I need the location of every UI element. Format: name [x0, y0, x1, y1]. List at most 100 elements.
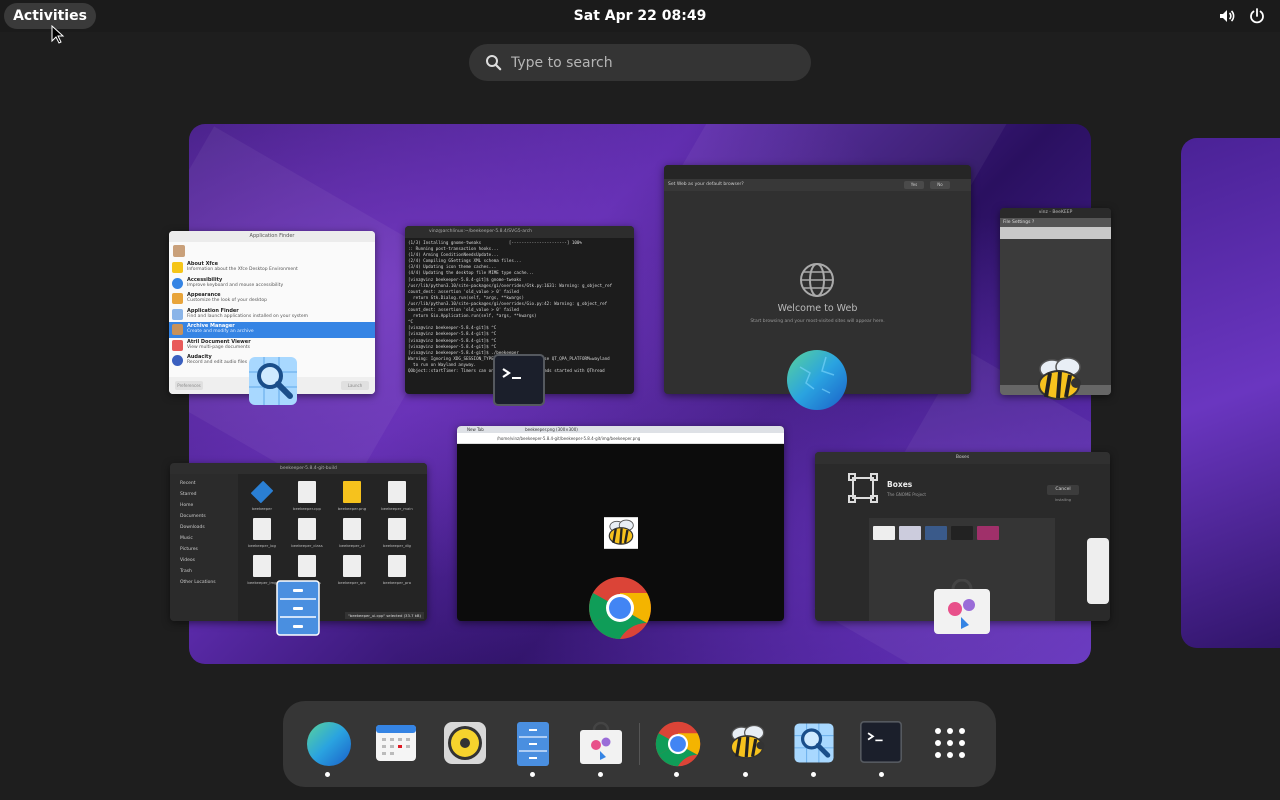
beekeeper-icon: [730, 724, 765, 759]
sidebar-item-pictures[interactable]: Pictures: [170, 544, 238, 555]
power-icon[interactable]: [1248, 7, 1266, 25]
infobar-text: Set Web as your default browser?: [668, 182, 744, 187]
app-grid-icon: [935, 728, 965, 758]
file-icon[interactable]: [343, 518, 361, 540]
file-icon[interactable]: [250, 480, 274, 504]
finder-search-row: [169, 242, 375, 260]
list-item[interactable]: Accessibility Improve keyboard and mouse …: [169, 276, 375, 292]
dash-image-viewer[interactable]: [790, 719, 838, 777]
list-item[interactable]: Appearance Customize the look of your des…: [169, 291, 375, 307]
yes-button[interactable]: Yes: [904, 181, 924, 189]
web-browser-icon: [786, 349, 848, 415]
dash-chrome[interactable]: [653, 719, 701, 777]
list-item-selected[interactable]: Archive Manager Create and modify an arch…: [169, 322, 375, 338]
window-title: vinz - BeeKEEP: [1000, 208, 1111, 218]
system-tray[interactable]: [1218, 7, 1266, 25]
file-icon[interactable]: [298, 555, 316, 577]
screenshot-thumb[interactable]: [925, 526, 947, 540]
dash-web-browser[interactable]: [304, 719, 352, 777]
search-box[interactable]: [469, 44, 811, 81]
sidebar-item-music[interactable]: Music: [170, 533, 238, 544]
sidebar-item-home[interactable]: Home: [170, 500, 238, 511]
launch-button[interactable]: Launch: [341, 381, 369, 390]
file-icon[interactable]: [253, 518, 271, 540]
activities-button[interactable]: Activities: [4, 3, 96, 29]
window-title: beekeeper-5.8.4-git-build: [170, 463, 427, 474]
file-label: beekeeper_pro: [382, 580, 412, 585]
preferences-button[interactable]: Preferences: [175, 381, 203, 390]
menubar[interactable]: File Settings ?: [1000, 218, 1111, 227]
sidebar-item-recent[interactable]: Recent: [170, 478, 238, 489]
running-indicator: [811, 772, 816, 777]
dash-app-grid[interactable]: [926, 719, 974, 769]
dash-file-manager[interactable]: [509, 719, 557, 777]
tab-strip[interactable]: New Tab beekeeper.png (300×300): [457, 426, 784, 433]
tab-new-tab[interactable]: New Tab: [467, 427, 484, 432]
toolbar[interactable]: [1000, 227, 1111, 239]
cancel-button[interactable]: Cancel: [1047, 485, 1079, 495]
software-center-icon: [580, 721, 622, 764]
window-title: Boxes: [815, 452, 1110, 464]
screenshot-thumb[interactable]: [951, 526, 973, 540]
file-icon[interactable]: [298, 518, 316, 540]
files-sidebar[interactable]: Recent Starred Home Documents Downloads …: [170, 474, 238, 621]
file-icon[interactable]: [388, 555, 406, 577]
clock[interactable]: Sat Apr 22 08:49: [574, 8, 707, 24]
file-label: beekeeper_log: [248, 543, 276, 548]
dash-calendar[interactable]: [372, 719, 420, 769]
image-viewer-icon: [794, 723, 834, 763]
item-desc: Record and edit audio files: [187, 360, 248, 365]
terminal-icon: [493, 354, 545, 410]
image-viewer-icon: [246, 354, 300, 412]
document-viewer-icon: [172, 339, 183, 351]
screenshot-thumb[interactable]: [873, 526, 895, 540]
search-input[interactable]: [511, 44, 801, 81]
dash-software-center[interactable]: [577, 719, 625, 777]
finder-category-icon: [173, 245, 185, 257]
app-developer: The GNOME Project: [887, 492, 926, 497]
globe-icon: [800, 263, 834, 297]
workspace-next[interactable]: [1181, 138, 1280, 648]
dash-rhythmbox[interactable]: [441, 719, 489, 769]
file-icon[interactable]: [388, 518, 406, 540]
file-label: beekeeper.png: [337, 506, 367, 511]
running-indicator: [325, 772, 330, 777]
window-title: vinz@archlinux:~/beekeeper-5.8.4/SVG5-ar…: [405, 226, 634, 238]
file-icon[interactable]: [253, 555, 271, 577]
bee-image: [604, 516, 638, 554]
file-icon[interactable]: [343, 555, 361, 577]
sidebar-item-documents[interactable]: Documents: [170, 511, 238, 522]
sidebar-item-videos[interactable]: Videos: [170, 555, 238, 566]
app-name: Boxes: [887, 480, 913, 489]
item-desc: Improve keyboard and mouse accessibility: [187, 282, 284, 288]
item-desc: Information about the Xfce Desktop Envir…: [187, 267, 298, 272]
screenshot-thumb[interactable]: [899, 526, 921, 540]
volume-icon[interactable]: [1218, 7, 1236, 25]
list-item[interactable]: Atril Document Viewer View multi-page doc…: [169, 338, 375, 354]
boxes-app-icon: [847, 472, 879, 508]
dash-terminal[interactable]: [858, 719, 906, 777]
dash-beekeeper[interactable]: [722, 719, 770, 777]
tab-image[interactable]: beekeeper.png (300×300): [525, 427, 578, 432]
archive-icon: [172, 324, 183, 335]
item-title: Atril Document Viewer: [187, 338, 251, 345]
web-browser-icon: [307, 722, 351, 766]
file-icon[interactable]: [388, 481, 406, 503]
app-finder-icon: [172, 308, 183, 320]
running-indicator: [598, 772, 603, 777]
file-label: beekeeper_class: [291, 543, 323, 548]
sidebar-item-downloads[interactable]: Downloads: [170, 522, 238, 533]
sidebar-item-starred[interactable]: Starred: [170, 489, 238, 500]
screenshot-thumb[interactable]: [977, 526, 999, 540]
appearance-icon: [172, 293, 183, 304]
default-browser-infobar: Set Web as your default browser? Yes No: [664, 179, 971, 191]
sidebar-item-other-locations[interactable]: Other Locations: [170, 577, 238, 588]
item-desc: Create and modify an archive: [187, 329, 254, 334]
file-icon[interactable]: [343, 481, 361, 503]
file-icon[interactable]: [298, 481, 316, 503]
address-bar[interactable]: /home/vinz/beekeeper-5.8.4-git/beekeeper…: [457, 433, 784, 444]
sidebar-item-trash[interactable]: Trash: [170, 566, 238, 577]
no-button[interactable]: No: [930, 181, 950, 189]
list-item[interactable]: Application Finder Find and launch applic…: [169, 307, 375, 323]
list-item[interactable]: About Xfce Information about the Xfce Des…: [169, 260, 375, 276]
